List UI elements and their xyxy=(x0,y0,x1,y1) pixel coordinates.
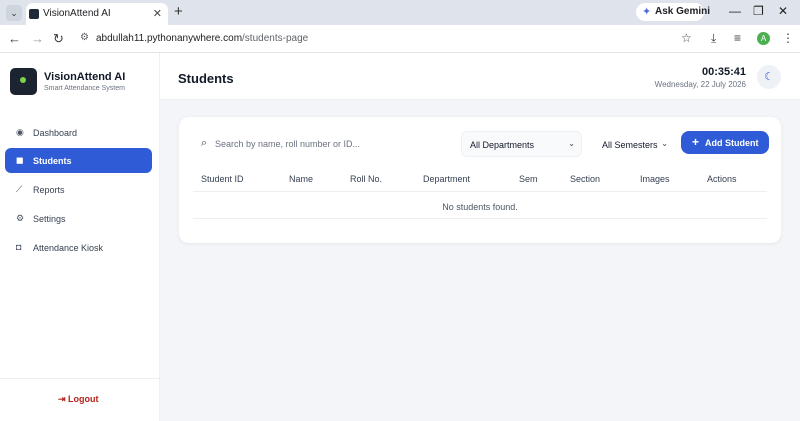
moon-icon: ☾ xyxy=(764,71,774,83)
sidebar-item-reports[interactable]: ⟋ Reports xyxy=(5,177,152,202)
search-box: ⌕ xyxy=(193,131,455,157)
media-queue-icon[interactable]: ≡ xyxy=(734,31,741,45)
url-path: /students-page xyxy=(242,33,309,44)
clock-date: Wednesday, 22 July 2026 xyxy=(654,80,746,89)
minimize-icon[interactable]: — xyxy=(729,4,741,18)
column-header: Department xyxy=(423,174,471,184)
dark-mode-toggle[interactable]: ☾ xyxy=(757,65,781,89)
column-header: Roll No. xyxy=(350,174,383,184)
ask-gemini-label: Ask Gemini xyxy=(655,6,711,17)
sidebar-item-label: Attendance Kiosk xyxy=(33,243,104,253)
logout-button[interactable]: ⇥ Logout xyxy=(58,394,99,405)
sidebar-item-attendance-kiosk[interactable]: ◘ Attendance Kiosk xyxy=(5,235,152,260)
new-tab-icon[interactable]: + xyxy=(174,3,183,20)
sidebar-item-label: Students xyxy=(33,156,72,166)
tab-search-chevron-icon[interactable]: ⌄ xyxy=(6,5,22,21)
brand-name: VisionAttend AI xyxy=(44,71,126,83)
table-empty-row: No students found. xyxy=(193,193,767,219)
gauge-icon: ◉ xyxy=(16,127,24,137)
logout-icon: ⇥ xyxy=(58,394,69,404)
url-host: abdullah11.pythonanywhere.com xyxy=(96,33,243,44)
gear-icon: ⚙ xyxy=(16,213,25,223)
more-menu-icon[interactable]: ⋮ xyxy=(782,31,794,45)
sidebar: VisionAttend AI Smart Attendance System … xyxy=(0,53,160,421)
favicon-icon xyxy=(29,9,39,19)
sidebar-item-label: Dashboard xyxy=(33,128,78,138)
semester-select-value: All Semesters xyxy=(602,140,658,150)
sidebar-item-dashboard[interactable]: ◉ Dashboard xyxy=(5,120,152,145)
sidebar-item-label: Reports xyxy=(33,185,65,195)
url-field[interactable]: abdullah11.pythonanywhere.com/students-p… xyxy=(96,33,308,44)
maximize-icon[interactable]: ❐ xyxy=(753,4,764,18)
column-header: Sem xyxy=(519,174,538,184)
close-window-icon[interactable]: ✕ xyxy=(778,4,788,18)
sidebar-item-settings[interactable]: ⚙ Settings xyxy=(5,206,152,231)
chevron-down-icon: ⌄ xyxy=(568,139,575,148)
add-student-button[interactable]: + Add Student xyxy=(681,131,769,154)
chart-line-icon: ⟋ xyxy=(16,184,23,194)
reload-icon[interactable]: ↻ xyxy=(53,31,64,47)
brand-logo xyxy=(10,68,37,95)
empty-message: No students found. xyxy=(442,202,518,212)
table-header: Student ID Name Roll No. Department Sem … xyxy=(193,170,767,192)
tab-title: VisionAttend AI xyxy=(43,8,111,19)
department-select-value: All Departments xyxy=(470,140,535,150)
users-icon: ◼ xyxy=(16,155,24,165)
address-bar: ← → ↻ ⚙ abdullah11.pythonanywhere.com/st… xyxy=(0,25,800,53)
sidebar-item-label: Settings xyxy=(33,214,66,224)
plus-icon: + xyxy=(692,135,700,149)
search-icon: ⌕ xyxy=(201,137,208,149)
gemini-sparkle-icon: ✦ xyxy=(642,6,652,18)
clock-time: 00:35:41 xyxy=(701,66,746,78)
search-input[interactable] xyxy=(215,135,451,153)
browser-tab[interactable]: VisionAttend AI ✕ xyxy=(26,3,168,25)
column-header: Student ID xyxy=(201,174,244,184)
ask-gemini-button[interactable]: ✦ Ask Gemini xyxy=(636,3,710,21)
column-header: Actions xyxy=(707,174,737,184)
column-header: Section xyxy=(570,174,601,184)
download-icon[interactable]: ⤓ xyxy=(711,31,716,46)
camera-icon: ◘ xyxy=(16,242,22,252)
students-card: ⌕ All Departments ⌄ All Semesters ⌄ + Ad… xyxy=(179,117,781,243)
close-tab-icon[interactable]: ✕ xyxy=(153,7,162,20)
browser-tab-bar: ⌄ VisionAttend AI ✕ + ✦ Ask Gemini — ❐ ✕ xyxy=(0,0,800,25)
semester-select[interactable]: All Semesters ⌄ xyxy=(593,131,675,157)
add-student-label: Add Student xyxy=(705,138,759,148)
main-content: Students 00:35:41 Wednesday, 22 July 202… xyxy=(160,53,800,421)
bookmark-star-icon[interactable]: ☆ xyxy=(681,31,692,45)
site-settings-icon[interactable]: ⚙ xyxy=(80,32,89,43)
column-header: Images xyxy=(640,174,670,184)
sidebar-footer: ⇥ Logout xyxy=(0,378,159,421)
column-header: Name xyxy=(289,174,314,184)
back-icon[interactable]: ← xyxy=(8,31,21,46)
forward-icon[interactable]: → xyxy=(31,31,44,46)
sidebar-item-students[interactable]: ◼ Students xyxy=(5,148,152,173)
brand-subtitle: Smart Attendance System xyxy=(44,85,125,92)
page-header: Students 00:35:41 Wednesday, 22 July 202… xyxy=(160,53,800,100)
page-title: Students xyxy=(178,71,234,86)
profile-avatar[interactable]: A xyxy=(757,32,770,45)
logout-label: Logout xyxy=(68,394,99,404)
department-select[interactable]: All Departments ⌄ xyxy=(461,131,582,157)
chevron-down-icon: ⌄ xyxy=(661,139,668,148)
